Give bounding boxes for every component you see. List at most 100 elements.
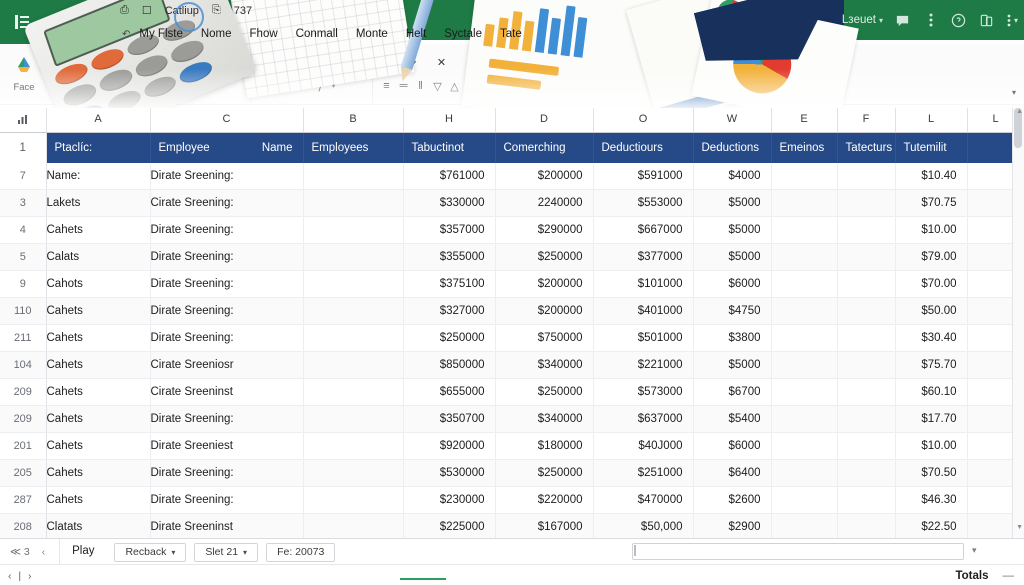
table-icon[interactable]: ▣ — [382, 56, 392, 69]
row-number[interactable]: 208 — [0, 513, 47, 538]
cell-deductions[interactable]: $6400 — [693, 459, 772, 487]
cell-comerching[interactable]: $340000 — [495, 351, 594, 379]
slash-icon[interactable]: ╱ — [534, 80, 544, 93]
cell-tatecturs[interactable] — [837, 459, 896, 487]
chevron-down-icon-3[interactable]: ▾ — [359, 58, 363, 66]
cell-tatecturs[interactable] — [837, 324, 896, 352]
cell-employee-name[interactable]: Dirate Sreening: — [150, 297, 304, 325]
comment-icon[interactable] — [895, 12, 911, 28]
cell-tatecturs[interactable] — [837, 163, 896, 190]
table-row[interactable]: 208 Clatats Dirate Sreeninst $225000 $167000… — [0, 513, 1024, 538]
row-number[interactable]: 205 — [0, 459, 47, 487]
cell-employee-name[interactable]: Cirate Sreeninst — [150, 378, 304, 406]
cell-emeinos[interactable] — [771, 432, 838, 460]
cell-employee-name[interactable]: Dirate Sreening: — [150, 486, 304, 514]
sheet-chip-fe[interactable]: Fe: 20073 — [266, 542, 336, 562]
cell-employees[interactable] — [303, 270, 404, 298]
cell-comerching[interactable]: $200000 — [495, 270, 594, 298]
cell-tutemilit[interactable]: $17.70 — [895, 405, 968, 433]
cell-deductiours[interactable]: $573000 — [593, 378, 694, 406]
cell-employee-name[interactable]: Dirate Sreening: — [150, 163, 304, 190]
row-number[interactable]: 201 — [0, 432, 47, 460]
cell-ptaclic[interactable]: Calats — [46, 243, 151, 271]
cell-comerching[interactable]: $180000 — [495, 432, 594, 460]
menu-item-4[interactable]: Monte — [347, 28, 397, 40]
cell-ptaclic[interactable]: Lakets — [46, 189, 151, 217]
cell-deductiours[interactable]: $101000 — [593, 270, 694, 298]
column-header-O[interactable]: O — [593, 106, 694, 133]
status-nav-arrows[interactable]: ‹ | › — [0, 570, 34, 582]
chevron-down-icon-3[interactable]: ▾ — [122, 82, 126, 90]
cell-emeinos[interactable] — [771, 243, 838, 271]
row-number[interactable]: 4 — [0, 216, 47, 244]
cell-emeinos[interactable] — [771, 459, 838, 487]
sheet-chip-slet21[interactable]: Slet 21 ▾ — [194, 542, 259, 562]
cell-deductions[interactable]: $6000 — [693, 432, 772, 460]
list-icon[interactable]: ≣ — [192, 80, 202, 93]
app-launcher-button[interactable]: Face — [0, 44, 48, 104]
row-number[interactable]: 7 — [0, 163, 47, 190]
column-header-W[interactable]: W — [693, 106, 772, 133]
cell-ptaclic[interactable]: Cahets — [46, 378, 151, 406]
table-row[interactable]: 104 Cahets Cirate Sreeniosr $850000 $340000 $… — [0, 351, 1024, 379]
cell-ptaclic[interactable]: Clatats — [46, 513, 151, 538]
cell-deductiours[interactable]: $501000 — [593, 324, 694, 352]
table-row[interactable]: 5 Calats Dirate Sreening: $355000 $250000 $37… — [0, 243, 1024, 271]
indent-icon[interactable]: ≡ — [382, 80, 392, 92]
cell-deductions[interactable]: $4000 — [693, 163, 772, 190]
cell-comerching[interactable]: $200000 — [495, 297, 594, 325]
chevron-down-icon-2[interactable]: ▾ — [92, 82, 96, 90]
chevron-left-icon[interactable]: ‹ — [38, 547, 49, 558]
cell-deductiours[interactable]: $251000 — [593, 459, 694, 487]
cell-deductiours[interactable]: $50,000 — [593, 513, 694, 538]
copy-icon[interactable]: ⎘ — [212, 4, 221, 17]
cell-employee-name[interactable]: Dirate Sreeniest — [150, 432, 304, 460]
overflow-icon[interactable]: ▾ — [1007, 14, 1018, 27]
cell-employee-name[interactable]: Dirate Sreening: — [150, 324, 304, 352]
cell-comerching[interactable]: $250000 — [495, 243, 594, 271]
cell-employees[interactable] — [303, 324, 404, 352]
cell-tutemilit[interactable]: $46.30 — [895, 486, 968, 514]
cell-ptaclic[interactable]: Cahets — [46, 486, 151, 514]
scroll-down-icon[interactable]: ▼ — [1016, 524, 1023, 531]
cell-ptaclic[interactable]: Cahets — [46, 459, 151, 487]
menu-item-7[interactable]: Tate — [491, 28, 531, 40]
cell-deductiours[interactable]: $591000 — [593, 163, 694, 190]
cell-comerching[interactable]: $250000 — [495, 459, 594, 487]
table-row[interactable]: 110 Cahets Dirate Sreening: $327000 $200000 $… — [0, 297, 1024, 325]
vertical-scrollbar[interactable] — [1012, 106, 1024, 538]
sheet-nav-group[interactable]: ≪ 3 ‹ — [0, 539, 61, 565]
cell-employees[interactable] — [303, 243, 404, 271]
cell-emeinos[interactable] — [771, 297, 838, 325]
cell-employees[interactable] — [303, 163, 404, 190]
cell-deductiours[interactable]: $221000 — [593, 351, 694, 379]
cell-tabuctinot[interactable]: $375100 — [403, 270, 496, 298]
chevron-down-icon-6[interactable]: ▾ — [332, 82, 336, 90]
row-number[interactable]: 9 — [0, 270, 47, 298]
cell-comerching[interactable]: $200000 — [495, 163, 594, 190]
column-header-H[interactable]: H — [403, 106, 496, 133]
cell-emeinos[interactable] — [771, 163, 838, 190]
cell-employee-name[interactable]: Dirate Sreeninst — [150, 513, 304, 538]
cell-tutemilit[interactable]: $70.50 — [895, 459, 968, 487]
table-row[interactable]: 7 Name: Dirate Sreening: $761000 $200000 $591… — [0, 163, 1024, 190]
sheet-tab-play[interactable]: Play — [60, 539, 107, 566]
table-row[interactable]: 201 Cahets Dirate Sreeniest $920000 $180000 $… — [0, 432, 1024, 460]
ribbon-label-sign[interactable]: Sgn — [260, 56, 279, 68]
cell-comerching[interactable]: $250000 — [495, 378, 594, 406]
ribbon-label-paste[interactable]: Pary to Achets — [57, 56, 125, 68]
cell-ptaclic[interactable]: Cahots — [46, 270, 151, 298]
cell-emeinos[interactable] — [771, 351, 838, 379]
ribbon-label-cast[interactable]: Cast — [296, 56, 318, 68]
cell-emeinos[interactable] — [771, 513, 838, 538]
cell-tatecturs[interactable] — [837, 297, 896, 325]
cell-tabuctinot[interactable]: $357000 — [403, 216, 496, 244]
cell-employee-name[interactable]: Dirate Sreening: — [150, 459, 304, 487]
more-vertical-icon[interactable] — [923, 12, 939, 28]
cell-tabuctinot[interactable]: $327000 — [403, 297, 496, 325]
chevron-down-icon-5[interactable]: ▾ — [304, 82, 308, 90]
menu-item-1[interactable]: Nome — [192, 28, 241, 40]
columns-icon[interactable]: ‖ — [416, 80, 426, 92]
spreadsheet-grid[interactable]: A C B H D O W E F L L 1 Ptaclíc: Employe… — [0, 106, 1024, 538]
row-number[interactable]: 211 — [0, 324, 47, 352]
